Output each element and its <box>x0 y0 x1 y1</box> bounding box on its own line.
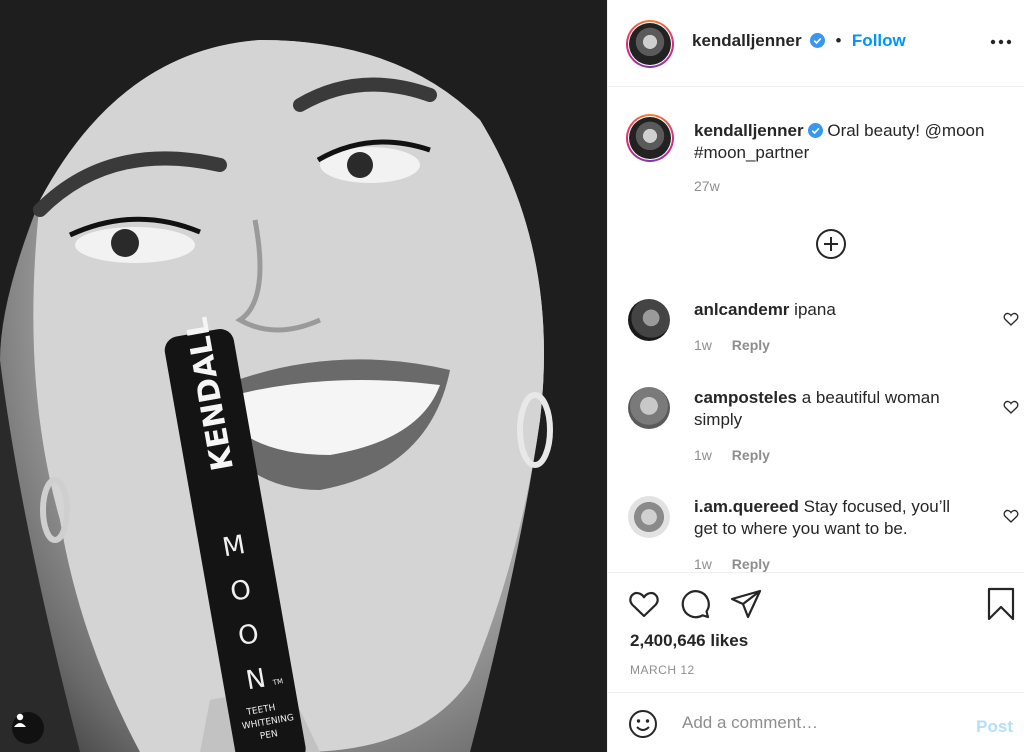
share-icon[interactable] <box>730 589 762 619</box>
comment-input[interactable] <box>680 707 954 739</box>
commenter-avatar[interactable] <box>628 387 670 429</box>
commenter-avatar[interactable] <box>628 496 670 538</box>
comment-text: Stay focused, you’ll <box>803 497 951 516</box>
verified-icon <box>810 33 826 48</box>
comments-list[interactable]: kendalljenner Oral beauty! @moon #moon_p… <box>608 88 1024 572</box>
emoji-icon[interactable] <box>628 709 658 739</box>
caption-username[interactable]: kendalljenner <box>694 121 804 140</box>
tag-user-icon[interactable] <box>12 712 44 744</box>
caption-time: 27w <box>694 178 720 194</box>
comment-username[interactable]: i.am.quereed <box>694 497 799 516</box>
header-user-line: kendalljenner • Follow <box>692 31 906 51</box>
caption-text-line2: #moon_partner <box>694 143 810 162</box>
caption: kendalljenner Oral beauty! @moon #moon_p… <box>608 88 1024 208</box>
comment-item: anlcandemr ipana 1w Reply <box>608 293 1024 373</box>
comment-icon[interactable] <box>679 588 711 620</box>
comment-username[interactable]: camposteles <box>694 388 797 407</box>
plus-circle-icon <box>816 229 846 259</box>
post-header: kendalljenner • Follow <box>608 0 1024 87</box>
likes-count[interactable]: 2,400,646 likes <box>630 631 748 651</box>
comment-time: 1w <box>694 337 712 353</box>
verified-icon <box>807 123 823 138</box>
comment-item: camposteles a beautiful woman simply 1w … <box>608 381 1024 481</box>
left-pupil <box>111 229 139 257</box>
post-actions: 2,400,646 likes MARCH 12 <box>608 572 1024 692</box>
caption-avatar[interactable] <box>626 114 674 162</box>
separator-dot: • <box>835 31 842 50</box>
post-date: MARCH 12 <box>630 663 695 677</box>
comment-text-line2: simply <box>694 410 743 429</box>
comment-time: 1w <box>694 556 712 572</box>
post-side-panel: kendalljenner • Follow kendalljenner Ora… <box>607 0 1024 752</box>
heart-icon[interactable] <box>1003 399 1019 415</box>
heart-icon[interactable] <box>1003 311 1019 327</box>
header-avatar[interactable] <box>626 20 674 68</box>
add-comment-bar: Post <box>608 692 1024 752</box>
heart-icon[interactable] <box>628 589 660 619</box>
load-more-icon[interactable] <box>815 228 847 260</box>
comment-text-line2: get to where you want to be. <box>694 519 908 538</box>
comment-item: i.am.quereed Stay focused, you’ll get to… <box>608 490 1024 572</box>
more-dots <box>990 39 1012 45</box>
bookmark-icon[interactable] <box>987 587 1015 621</box>
post-button[interactable]: Post <box>976 717 1013 737</box>
more-options-icon[interactable] <box>989 30 1013 54</box>
heart-icon[interactable] <box>1003 508 1019 524</box>
comment-username[interactable]: anlcandemr <box>694 300 789 319</box>
reply-button[interactable]: Reply <box>732 337 770 353</box>
photo-illustration: KENDALL M O O N TM TEETH WHITENING PEN <box>0 0 607 752</box>
follow-button[interactable]: Follow <box>852 31 906 50</box>
comment-text: ipana <box>794 300 836 319</box>
caption-text-line1: Oral beauty! @moon <box>827 121 985 140</box>
comment-time: 1w <box>694 447 712 463</box>
post-photo[interactable]: KENDALL M O O N TM TEETH WHITENING PEN <box>0 0 607 752</box>
caption-body: kendalljenner Oral beauty! @moon #moon_p… <box>694 120 1014 194</box>
header-username[interactable]: kendalljenner <box>692 31 802 50</box>
comment-text: a beautiful woman <box>801 388 940 407</box>
person-icon <box>14 713 26 727</box>
right-pupil <box>347 152 373 178</box>
reply-button[interactable]: Reply <box>732 447 770 463</box>
reply-button[interactable]: Reply <box>732 556 770 572</box>
commenter-avatar[interactable] <box>628 299 670 341</box>
